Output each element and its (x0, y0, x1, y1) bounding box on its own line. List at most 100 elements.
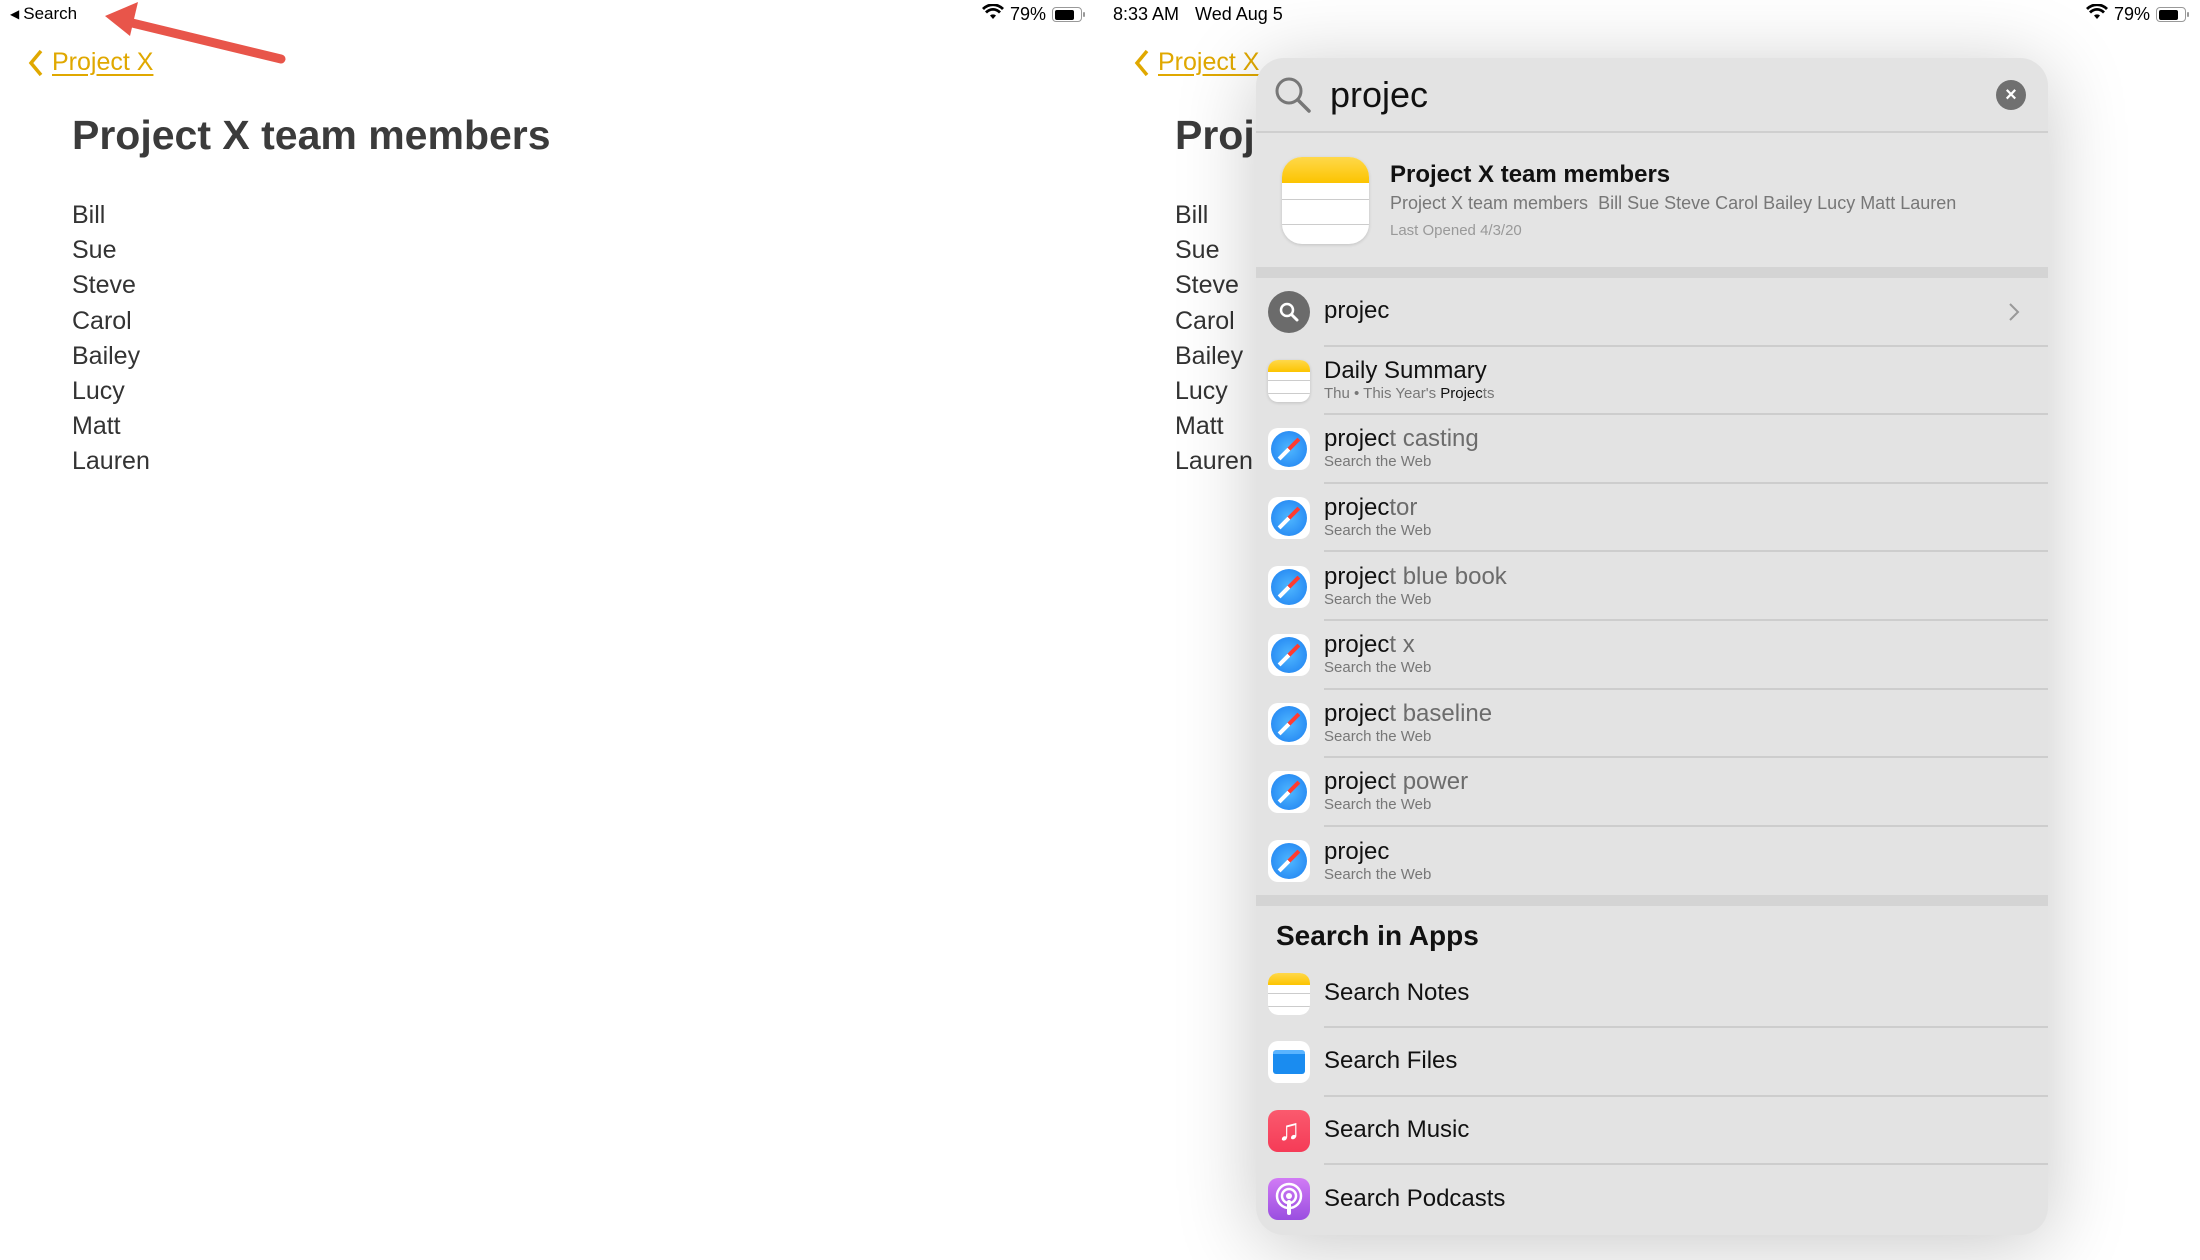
web-suggestion-title: projec (1324, 838, 2048, 866)
checklist-icon[interactable] (710, 47, 744, 81)
safari-icon (1268, 565, 1310, 608)
web-suggestion-row[interactable]: project x Search the Web (1256, 621, 2048, 690)
more-icon[interactable] (953, 47, 987, 81)
match-text: projec (1324, 425, 1390, 453)
match-text: projec (1324, 562, 1390, 590)
note-line: Lauren (72, 447, 150, 476)
notes-app-icon (1282, 157, 1369, 244)
status-left: 8:33 AM Wed Aug 5 (1113, 4, 1283, 25)
top-hit-result[interactable]: Project X team members Project X team me… (1256, 133, 2048, 267)
share-collaborate-icon[interactable] (628, 47, 662, 81)
back-button-right[interactable]: Project X (1134, 48, 1259, 77)
note-result-title: Daily Summary (1324, 356, 1487, 384)
web-suggestion-row[interactable]: project blue book Search the Web (1256, 552, 2048, 621)
safari-icon (1268, 428, 1310, 471)
notes-app-icon (1268, 359, 1310, 402)
search-in-app-row[interactable]: Search Notes (1256, 959, 2048, 1028)
battery-percent: 79% (1010, 4, 1047, 24)
web-suggestion-row[interactable]: project power Search the Web (1256, 758, 2048, 827)
web-suggestion-subtitle: Search the Web (1324, 590, 1432, 608)
safari-icon (1268, 497, 1310, 540)
web-suggestion-row[interactable]: project baseline Search the Web (1256, 690, 2048, 759)
web-suggestion-row[interactable]: project casting Search the Web (1256, 415, 2048, 484)
note-title: Project X team members (72, 112, 551, 158)
search-in-app-row[interactable]: Search Podcasts (1256, 1165, 2048, 1234)
back-to-search[interactable]: ◀ Search (10, 4, 77, 24)
search-in-app-label: Search Music (1324, 1115, 1470, 1143)
search-in-apps-header: Search in Apps (1276, 920, 1479, 952)
search-in-app-row[interactable]: ♫ Search Music (1256, 1097, 2048, 1166)
chevron-left-icon (1134, 49, 1149, 76)
back-triangle-icon: ◀ (10, 7, 20, 21)
note-line: Carol (1175, 306, 1235, 335)
back-button[interactable]: Project X (28, 48, 153, 77)
web-suggestion-title: project blue book (1324, 563, 2048, 591)
match-text: projec (1324, 631, 1390, 659)
more-icon[interactable] (2057, 47, 2091, 81)
markup-icon[interactable] (874, 47, 908, 81)
note-line: Bill (1175, 201, 1209, 229)
match-text: projec (1324, 494, 1390, 522)
suggestion-title: projec (1324, 297, 1390, 325)
web-suggestion-subtitle: Search the Web (1324, 866, 1432, 884)
note-result-row[interactable]: Daily Summary Thu • This Year's Projects (1256, 347, 2048, 416)
battery-icon (1052, 7, 1086, 22)
chevron-left-icon (28, 49, 43, 76)
spotlight-search-panel: projec × Project X team members Project … (1256, 58, 2048, 1235)
match-text: projec (1324, 838, 1390, 866)
completion-text: t power (1389, 768, 1469, 796)
search-suggestion-row[interactable]: projec (1256, 278, 2048, 347)
compose-icon[interactable] (1033, 47, 1067, 81)
battery-icon (2156, 7, 2190, 22)
web-suggestion-title: project power (1324, 768, 2048, 796)
note-line: Sue (1175, 236, 1220, 265)
search-in-app-row[interactable]: Search Files (1256, 1028, 2048, 1097)
subtitle-match: Projec (1440, 384, 1483, 402)
safari-icon (1268, 634, 1310, 677)
web-suggestion-subtitle: Search the Web (1324, 522, 1432, 540)
note-body-right: Bill Sue Steve Carol Bailey Lucy Matt Lauren (1175, 198, 1253, 480)
music-icon: ♫ (1268, 1109, 1310, 1152)
top-hit-meta: Last Opened 4/3/20 (1390, 222, 1522, 239)
note-line: Lucy (1175, 377, 1228, 406)
note-result-subtitle: Thu • This Year's Projects (1324, 385, 2048, 403)
completion-text: t casting (1389, 425, 1479, 453)
web-suggestion-subtitle: Search the Web (1324, 659, 1432, 677)
subtitle-rest: ts (1482, 384, 1495, 402)
clear-search-button[interactable]: × (1996, 80, 2026, 110)
safari-icon (1268, 840, 1310, 883)
note-line: Steve (72, 271, 136, 300)
status-right: 79% (2086, 3, 2190, 25)
safari-icon (1268, 702, 1310, 745)
note-line: Bailey (72, 341, 141, 370)
status-time: 8:33 AM (1113, 4, 1180, 24)
web-suggestion-row[interactable]: projec Search the Web (1256, 827, 2048, 896)
web-suggestion-row[interactable]: projector Search the Web (1256, 484, 2048, 553)
files-icon (1268, 1041, 1310, 1084)
note-line: Sue (72, 236, 117, 265)
note-line: Lauren (1175, 447, 1253, 476)
top-hit-snippet: Project X team members Bill Sue Steve Ca… (1390, 193, 1957, 213)
back-app-label: Search (23, 4, 78, 23)
completion-text: tor (1389, 494, 1418, 522)
search-in-app-label: Search Podcasts (1324, 1185, 1506, 1213)
web-suggestion-title: project baseline (1324, 700, 2048, 728)
note-line: Bailey (1175, 341, 1244, 370)
camera-icon[interactable] (793, 47, 827, 81)
chevron-right-icon (2009, 303, 2020, 321)
completion-text: t blue book (1389, 562, 1507, 590)
web-suggestion-title: project casting (1324, 425, 2048, 453)
web-suggestion-subtitle: Search the Web (1324, 727, 1432, 745)
notes-icon (1268, 972, 1310, 1015)
web-suggestion-title: project x (1324, 631, 2048, 659)
search-in-app-label: Search Files (1324, 1047, 1458, 1075)
match-text: projec (1324, 699, 1390, 727)
web-suggestion-title: projector (1324, 494, 2048, 522)
note-body[interactable]: Bill Sue Steve Carol Bailey Lucy Matt Lauren (72, 198, 150, 480)
search-field[interactable]: projec × (1256, 58, 2048, 133)
top-hit-title: Project X team members (1390, 161, 1671, 188)
status-date: Wed Aug 5 (1195, 4, 1283, 24)
compose-icon[interactable] (2135, 47, 2169, 81)
search-icon (1268, 291, 1310, 334)
search-input[interactable]: projec (1330, 74, 1428, 116)
